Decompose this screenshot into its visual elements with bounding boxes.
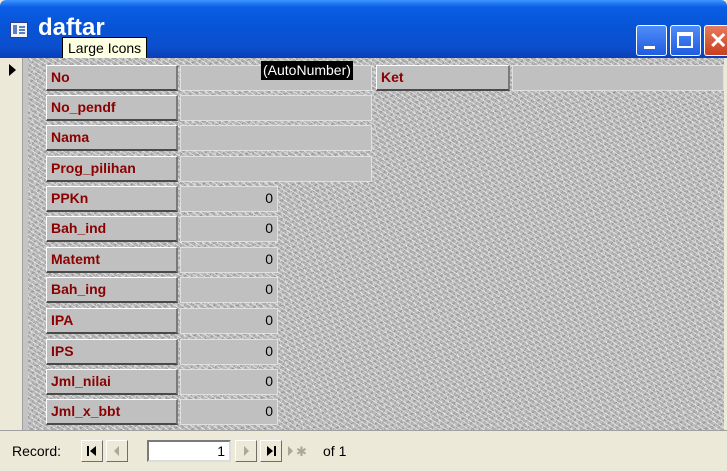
form-icon[interactable] [10,22,28,38]
form-area: No (AutoNumber) Ket No_pendf Nama Prog_p… [4,58,724,430]
minimize-button[interactable] [636,25,667,56]
next-record-icon [244,446,249,456]
record-count-label: of 1 [323,443,347,459]
field-ket[interactable] [512,65,724,91]
first-record-button[interactable] [81,440,103,462]
field-prog-pilihan[interactable] [180,156,372,182]
label-prog-pilihan: Prog_pilihan [46,156,178,182]
previous-record-button[interactable] [106,440,128,462]
label-jml-x-bbt: Jml_x_bbt [46,399,178,425]
label-jml-nilai: Jml_nilai [46,369,178,395]
form-detail-section: No (AutoNumber) Ket No_pendf Nama Prog_p… [28,58,724,430]
field-nama[interactable] [180,125,372,151]
field-ppkn[interactable]: 0 [180,186,278,212]
label-bah-ind: Bah_ind [46,216,178,242]
label-bah-ing: Bah_ing [46,277,178,303]
next-record-button[interactable] [235,440,257,462]
field-bah-ing[interactable]: 0 [180,277,278,303]
last-record-button[interactable] [260,440,282,462]
label-matemt: Matemt [46,247,178,273]
maximize-icon [677,32,693,48]
tooltip: Large Icons [62,37,148,60]
label-ipa: IPA [46,308,178,334]
close-button[interactable]: ✕ [704,25,727,56]
field-no-value: (AutoNumber) [261,61,353,80]
field-no-pendf[interactable] [180,95,372,121]
field-bah-ind[interactable]: 0 [180,216,278,242]
access-form-window: daftar ✕ Large Icons No (AutoNumber) Ket… [0,0,727,471]
field-jml-nilai[interactable]: 0 [180,369,278,395]
label-ips: IPS [46,339,178,365]
field-matemt[interactable]: 0 [180,247,278,273]
previous-record-icon [114,446,119,456]
last-record-icon [267,446,276,456]
record-label: Record: [12,443,62,459]
record-navigation-bar: Record: 1 ✱ of 1 [0,430,727,471]
record-selector[interactable] [4,58,23,430]
maximize-button[interactable] [670,25,701,56]
first-record-icon [87,446,96,456]
current-record-input[interactable]: 1 [147,440,231,462]
label-ppkn: PPKn [46,186,178,212]
label-no: No [46,65,178,91]
current-record-arrow-icon [9,64,16,76]
field-ipa[interactable]: 0 [180,308,278,334]
label-ket: Ket [376,65,510,91]
new-record-icon: ✱ [288,445,307,460]
field-jml-x-bbt[interactable]: 0 [180,399,278,425]
label-no-pendf: No_pendf [46,95,178,121]
label-nama: Nama [46,125,178,151]
new-record-button[interactable]: ✱ [285,440,307,462]
svg-text:✱: ✱ [296,445,307,460]
field-ips[interactable]: 0 [180,339,278,365]
close-icon: ✕ [709,28,727,53]
minimize-icon [644,46,655,49]
